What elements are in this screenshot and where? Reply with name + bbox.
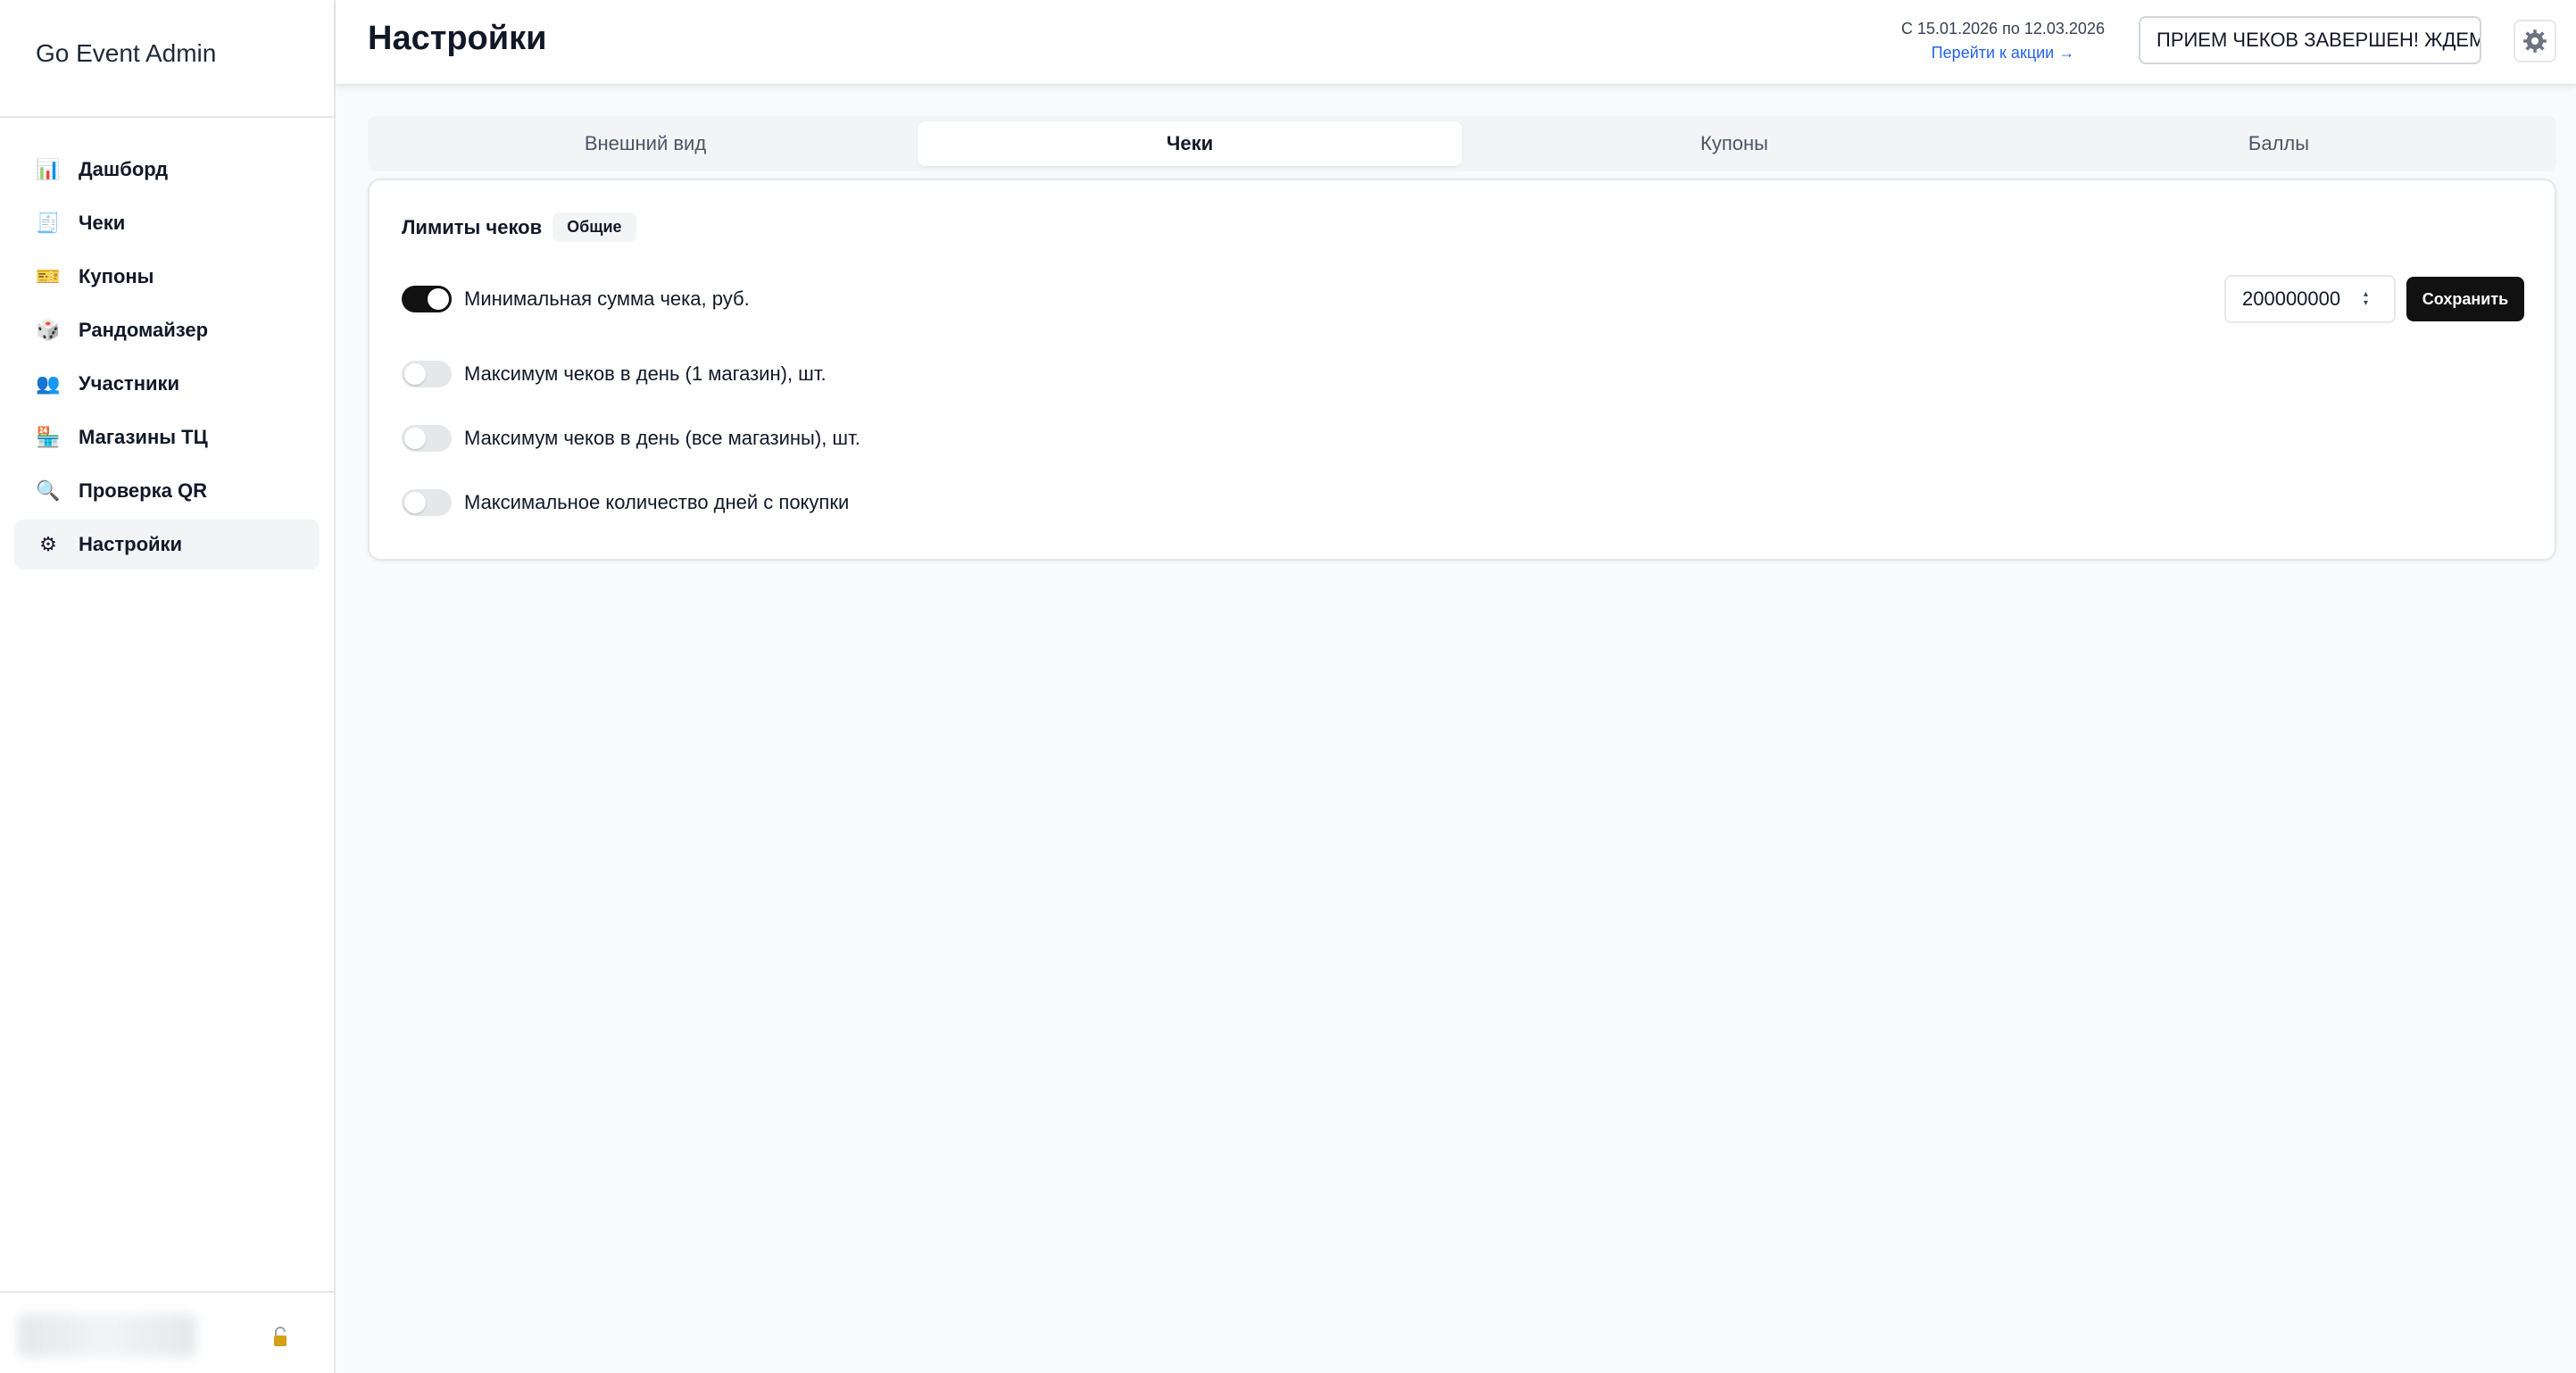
min-amount-input[interactable] xyxy=(2242,287,2358,311)
gear-icon xyxy=(2523,29,2547,53)
ticket-icon: 🎫 xyxy=(36,265,61,287)
dice-icon: 🎲 xyxy=(36,319,61,341)
limit-row-max-per-store: Максимум чеков в день (1 магазин), шт. xyxy=(402,361,827,387)
date-range: С 15.01.2026 по 12.03.2026 xyxy=(1901,20,2105,37)
promo-link[interactable]: Перейти к акции → xyxy=(1896,44,2110,62)
settings-tabs: Внешний вид Чеки Купоны Баллы xyxy=(368,116,2556,171)
tab-points[interactable]: Баллы xyxy=(2007,121,2551,166)
sidebar-item-receipts[interactable]: 🧾 Чеки xyxy=(14,198,320,248)
gear-icon: ⚙ xyxy=(39,533,57,555)
card-title: Лимиты чеков xyxy=(402,215,543,238)
promo-dates: С 15.01.2026 по 12.03.2026 Перейти к акц… xyxy=(1896,20,2110,62)
tab-coupons[interactable]: Купоны xyxy=(1462,121,2007,166)
max-days-toggle[interactable] xyxy=(402,489,452,516)
sidebar-item-label: Рандомайзер xyxy=(79,319,209,341)
number-spinner-icon[interactable]: ▴ ▾ xyxy=(2364,290,2368,308)
limit-row-max-days: Максимальное количество дней с покупки xyxy=(402,489,849,516)
sidebar-item-label: Купоны xyxy=(79,265,154,287)
sidebar-item-dashboard[interactable]: 📊 Дашборд xyxy=(14,145,320,195)
sidebar: Go Event Admin 📊 Дашборд 🧾 Чеки 🎫 Купоны… xyxy=(0,0,336,1373)
min-amount-toggle[interactable] xyxy=(402,286,452,312)
save-button[interactable]: Сохранить xyxy=(2406,277,2524,321)
sidebar-item-label: Настройки xyxy=(79,533,183,555)
sidebar-item-label: Магазины ТЦ xyxy=(79,426,208,448)
scope-badge: Общие xyxy=(553,212,636,242)
min-amount-field: ▴▾ xyxy=(2224,275,2396,323)
limit-label: Максимум чеков в день (все магазины), шт… xyxy=(464,427,860,449)
lock-icon[interactable] xyxy=(268,1325,293,1350)
sidebar-item-label: Дашборд xyxy=(79,158,169,180)
limit-label: Минимальная сумма чека, руб. xyxy=(464,287,750,310)
sidebar-item-stores[interactable]: 🏪 Магазины ТЦ xyxy=(14,412,320,462)
app-brand: Go Event Admin xyxy=(0,0,334,118)
sidebar-footer xyxy=(0,1291,334,1373)
max-all-stores-toggle[interactable] xyxy=(402,425,452,452)
status-message: ПРИЕМ ЧЕКОВ ЗАВЕРШЕН! ЖДЕМ xyxy=(2139,16,2481,64)
bar-chart-icon: 📊 xyxy=(36,158,61,180)
sidebar-nav: 📊 Дашборд 🧾 Чеки 🎫 Купоны 🎲 Рандомайзер … xyxy=(0,118,334,570)
limit-label: Максимум чеков в день (1 магазин), шт. xyxy=(464,362,827,385)
sidebar-item-label: Участники xyxy=(79,372,180,395)
magnifier-icon: 🔍 xyxy=(36,479,61,502)
user-info-blurred xyxy=(18,1314,196,1357)
max-per-store-toggle[interactable] xyxy=(402,361,452,387)
page-title: Настройки xyxy=(368,20,547,57)
limit-row-max-all-stores: Максимум чеков в день (все магазины), шт… xyxy=(402,425,860,452)
sidebar-item-settings[interactable]: ⚙ Настройки xyxy=(14,520,320,570)
users-icon: 👥 xyxy=(36,372,61,395)
settings-gear-button[interactable] xyxy=(2514,20,2556,62)
top-header: Настройки С 15.01.2026 по 12.03.2026 Пер… xyxy=(336,0,2576,86)
sidebar-item-qr-check[interactable]: 🔍 Проверка QR xyxy=(14,466,320,516)
limit-label: Максимальное количество дней с покупки xyxy=(464,491,850,513)
sidebar-item-randomizer[interactable]: 🎲 Рандомайзер xyxy=(14,305,320,355)
tab-receipts[interactable]: Чеки xyxy=(918,121,1462,166)
tab-appearance[interactable]: Внешний вид xyxy=(373,121,918,166)
sidebar-item-label: Чеки xyxy=(79,212,126,234)
receipt-limits-card: Лимиты чеков Общие Минимальная сумма чек… xyxy=(368,179,2556,561)
limit-row-min-amount: Минимальная сумма чека, руб. xyxy=(402,286,750,312)
receipt-icon: 🧾 xyxy=(36,212,61,234)
sidebar-item-label: Проверка QR xyxy=(79,479,207,502)
sidebar-item-participants[interactable]: 👥 Участники xyxy=(14,359,320,409)
store-icon: 🏪 xyxy=(36,426,61,448)
card-header: Лимиты чеков Общие xyxy=(402,212,636,242)
sidebar-item-coupons[interactable]: 🎫 Купоны xyxy=(14,252,320,302)
